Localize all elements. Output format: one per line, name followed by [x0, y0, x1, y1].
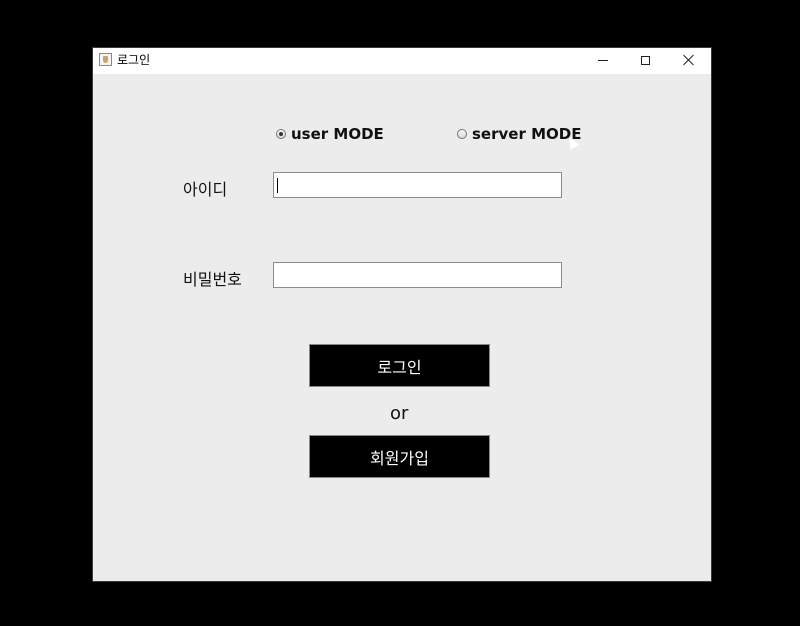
id-label: 아이디: [183, 180, 228, 199]
minimize-button[interactable]: [581, 48, 625, 74]
window-title: 로그인: [117, 53, 151, 67]
close-button[interactable]: [667, 48, 711, 74]
server-mode-radio[interactable]: server MODE: [457, 125, 581, 143]
password-field[interactable]: [273, 262, 562, 288]
login-button[interactable]: 로그인: [309, 344, 490, 387]
close-icon: [682, 53, 696, 67]
title-bar[interactable]: 로그인: [93, 48, 711, 74]
or-text: or: [390, 403, 409, 424]
radio-unchecked-icon: [457, 129, 467, 139]
login-window: 로그인 user MODE server MODE 아이디 비밀번호 로그인 o…: [92, 47, 712, 582]
user-mode-radio[interactable]: user MODE: [276, 125, 384, 143]
password-label: 비밀번호: [183, 270, 242, 289]
radio-checked-icon: [276, 129, 286, 139]
text-caret: [277, 178, 278, 193]
id-field[interactable]: [273, 172, 562, 198]
java-app-icon: [99, 53, 112, 66]
user-mode-label: user MODE: [291, 125, 384, 143]
signup-button[interactable]: 회원가입: [309, 435, 490, 478]
maximize-button[interactable]: [624, 48, 668, 74]
maximize-icon: [641, 56, 650, 65]
minimize-icon: [598, 60, 608, 61]
